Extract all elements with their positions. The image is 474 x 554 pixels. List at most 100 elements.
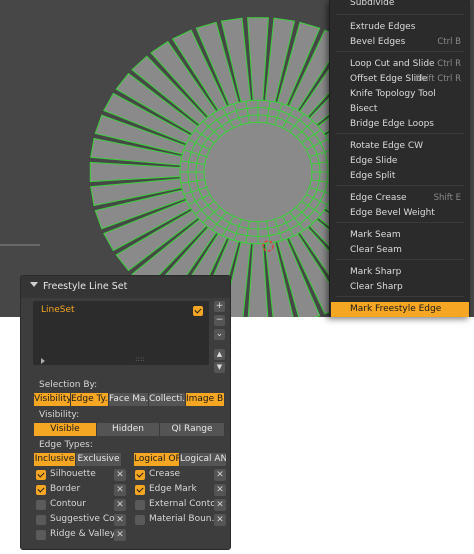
edge-type-checkbox-suggestive-co[interactable] bbox=[36, 515, 46, 525]
triangle-right-icon[interactable] bbox=[41, 358, 45, 364]
menu-item-rotate-edge-cw[interactable]: Rotate Edge CW bbox=[331, 139, 469, 154]
edge-type-label: External Conto... bbox=[149, 499, 225, 509]
edge-types-label: Edge Types: bbox=[39, 440, 93, 450]
menu-item-bridge-edge-loops[interactable]: Bridge Edge Loops bbox=[331, 117, 469, 132]
visibility-option-qi-range[interactable]: QI Range bbox=[160, 423, 225, 436]
menu-separator bbox=[336, 133, 464, 134]
menu-item-label: Mark Seam bbox=[350, 230, 401, 240]
menu-item-label: Subdivide bbox=[350, 0, 395, 8]
menu-item-mark-sharp[interactable]: Mark Sharp bbox=[331, 265, 469, 280]
selection-button-collecti[interactable]: Collecti... bbox=[149, 393, 186, 406]
exclude-toggle-x-icon[interactable]: ✕ bbox=[214, 499, 226, 511]
exclude-toggle-x-icon[interactable]: ✕ bbox=[214, 469, 226, 481]
add-lineset-button[interactable]: + bbox=[214, 301, 225, 312]
menu-separator bbox=[336, 296, 464, 297]
edge-type-checkbox-silhouette[interactable] bbox=[36, 470, 46, 480]
freestyle-line-set-panel: Freestyle Line Set LineSet :::: + − ⌄ ▲ … bbox=[20, 275, 231, 550]
menu-item-mark-seam[interactable]: Mark Seam bbox=[331, 228, 469, 243]
mesh-blade[interactable] bbox=[89, 161, 181, 183]
menu-item-edge-split[interactable]: Edge Split bbox=[331, 169, 469, 184]
menu-item-extrude-edges[interactable]: Extrude Edges bbox=[331, 20, 469, 35]
menu-item-label: Bevel Edges bbox=[350, 37, 406, 47]
menu-item-edge-slide[interactable]: Edge Slide bbox=[331, 154, 469, 169]
menu-item-label: Edge Slide bbox=[350, 156, 398, 166]
menu-item-label: Edge Bevel Weight bbox=[350, 208, 435, 218]
selection-button-image-b[interactable]: Image B... bbox=[186, 393, 225, 406]
menu-item-subdivide[interactable]: Subdivide bbox=[331, 0, 469, 11]
menu-item-shortcut: Ctrl R bbox=[437, 59, 461, 69]
edge-type-label: Border bbox=[50, 484, 81, 494]
list-resize-handle[interactable]: :::: bbox=[135, 355, 144, 363]
menu-item-edge-bevel-weight[interactable]: Edge Bevel Weight bbox=[331, 206, 469, 221]
edge-type-checkbox-ridge-valley[interactable] bbox=[36, 530, 46, 540]
edge-type-label: Edge Mark bbox=[149, 484, 197, 494]
visibility-option-hidden[interactable]: Hidden bbox=[97, 423, 160, 436]
menu-item-label: Rotate Edge CW bbox=[350, 141, 424, 151]
move-down-button[interactable]: ▼ bbox=[214, 362, 225, 373]
menu-separator bbox=[336, 51, 464, 52]
menu-item-label: Knife Topology Tool bbox=[350, 89, 436, 99]
selection-button-edge-ty[interactable]: Edge Ty... bbox=[71, 393, 109, 406]
lineset-enabled-checkbox[interactable] bbox=[193, 306, 203, 316]
exclude-toggle-x-icon[interactable]: ✕ bbox=[114, 469, 126, 481]
menu-item-loop-cut-and-slide[interactable]: Loop Cut and Slide Ctrl R bbox=[331, 57, 469, 72]
menu-separator bbox=[336, 14, 464, 15]
menu-item-clear-seam[interactable]: Clear Seam bbox=[331, 243, 469, 258]
move-up-button[interactable]: ▲ bbox=[214, 349, 225, 360]
menu-item-label: Clear Seam bbox=[350, 245, 402, 255]
edge-type-label: Crease bbox=[149, 469, 181, 479]
menu-item-label: Edge Crease bbox=[350, 193, 407, 203]
menu-item-label: Bridge Edge Loops bbox=[350, 119, 434, 129]
edge-type-checkbox-contour[interactable] bbox=[36, 500, 46, 510]
edge-type-label: Suggestive Co... bbox=[50, 514, 124, 524]
menu-item-shortcut: Shift Ctrl R bbox=[415, 74, 461, 84]
menu-item-offset-edge-slide[interactable]: Offset Edge Slide Shift Ctrl R bbox=[331, 72, 469, 87]
lineset-name: LineSet bbox=[41, 305, 75, 315]
menu-item-label: Mark Freestyle Edge bbox=[350, 304, 442, 314]
remove-lineset-button[interactable]: − bbox=[214, 315, 225, 326]
lineset-list[interactable]: LineSet :::: bbox=[33, 301, 209, 365]
edge-type-checkbox-external-conto[interactable] bbox=[135, 500, 145, 510]
mesh-blade[interactable] bbox=[247, 243, 269, 317]
exclude-toggle-x-icon[interactable]: ✕ bbox=[114, 529, 126, 541]
edge-type-checkbox-border[interactable] bbox=[36, 485, 46, 495]
panel-header[interactable]: Freestyle Line Set bbox=[21, 276, 230, 298]
menu-item-label: Extrude Edges bbox=[350, 22, 416, 32]
menu-item-shortcut: Shift E bbox=[433, 193, 461, 203]
logic-option-logical-and[interactable]: Logical AND bbox=[180, 453, 227, 466]
menu-item-label: Bisect bbox=[350, 104, 378, 114]
exclude-toggle-x-icon[interactable]: ✕ bbox=[214, 514, 226, 526]
mesh-center-face[interactable] bbox=[203, 121, 313, 223]
exclude-toggle-x-icon[interactable]: ✕ bbox=[114, 514, 126, 526]
selection-by-label: Selection By: bbox=[39, 380, 98, 390]
selection-button-face-ma[interactable]: Face Ma... bbox=[109, 393, 149, 406]
exclude-toggle-x-icon[interactable]: ✕ bbox=[114, 499, 126, 511]
edge-type-checkbox-material-boun[interactable] bbox=[135, 515, 145, 525]
menu-separator bbox=[336, 222, 464, 223]
menu-item-knife-topology-tool[interactable]: Knife Topology Tool bbox=[331, 87, 469, 102]
menu-item-label: Mark Sharp bbox=[350, 267, 402, 277]
menu-item-bevel-edges[interactable]: Bevel Edges Ctrl B bbox=[331, 35, 469, 50]
edge-type-checkbox-crease[interactable] bbox=[135, 470, 145, 480]
triangle-down-icon[interactable] bbox=[30, 282, 38, 287]
menu-item-label: Edge Split bbox=[350, 171, 396, 181]
lineset-list-item[interactable]: LineSet bbox=[33, 304, 209, 318]
menu-item-clear-sharp[interactable]: Clear Sharp bbox=[331, 280, 469, 295]
lineset-menu-button[interactable]: ⌄ bbox=[214, 329, 225, 340]
edge-type-label: Ridge & Valley bbox=[50, 529, 116, 539]
edge-type-checkbox-edge-mark[interactable] bbox=[135, 485, 145, 495]
selection-button-visibility[interactable]: Visibility bbox=[34, 393, 71, 406]
visibility-label: Visibility: bbox=[39, 410, 80, 420]
menu-item-edge-crease[interactable]: Edge Crease Shift E bbox=[331, 191, 469, 206]
edge-type-label: Contour bbox=[50, 499, 86, 509]
visibility-option-visible[interactable]: Visible bbox=[34, 423, 97, 436]
exclude-toggle-x-icon[interactable]: ✕ bbox=[214, 484, 226, 496]
inclusion-option-inclusive[interactable]: Inclusive bbox=[34, 453, 76, 466]
mesh-blade[interactable] bbox=[247, 17, 269, 101]
menu-item-mark-freestyle-edge[interactable]: Mark Freestyle Edge bbox=[331, 302, 469, 317]
inclusion-option-exclusive[interactable]: Exclusive bbox=[76, 453, 122, 466]
logic-option-logical-or[interactable]: Logical OR bbox=[134, 453, 180, 466]
menu-item-bisect[interactable]: Bisect bbox=[331, 102, 469, 117]
edge-context-menu: Subdivide Extrude Edges Bevel Edges Ctrl B L… bbox=[329, 0, 470, 317]
exclude-toggle-x-icon[interactable]: ✕ bbox=[114, 484, 126, 496]
